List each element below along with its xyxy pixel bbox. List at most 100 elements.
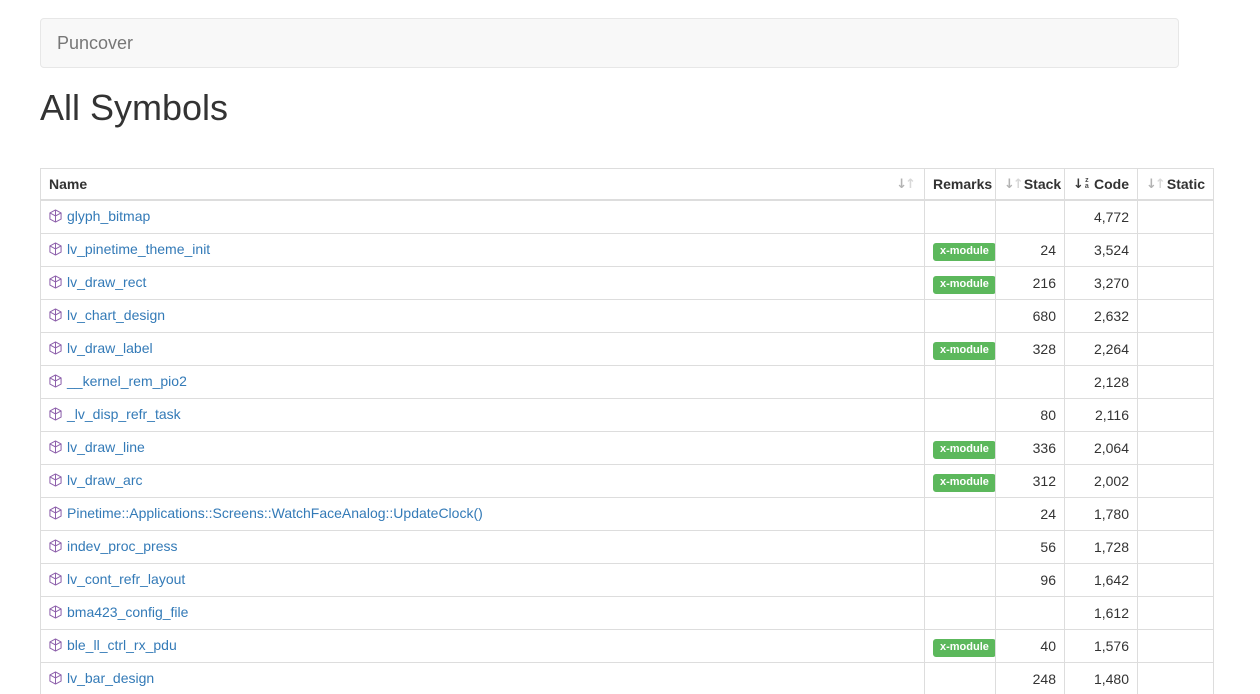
code-cell: 1,642 xyxy=(1065,564,1138,597)
static-cell xyxy=(1138,498,1214,531)
stack-cell xyxy=(996,200,1065,234)
column-label-name: Name xyxy=(49,174,87,194)
package-cube-icon xyxy=(49,439,62,459)
name-cell: lv_bar_design xyxy=(41,663,925,694)
code-cell: 1,728 xyxy=(1065,531,1138,564)
remarks-cell: x-module xyxy=(925,333,996,366)
remarks-cell: x-module xyxy=(925,630,996,663)
static-cell xyxy=(1138,333,1214,366)
stack-cell: 312 xyxy=(996,465,1065,498)
static-cell xyxy=(1138,465,1214,498)
stack-cell: 24 xyxy=(996,234,1065,267)
column-header-name[interactable]: Name ↓↑ xyxy=(41,169,925,201)
stack-cell: 328 xyxy=(996,333,1065,366)
symbol-link[interactable]: lv_pinetime_theme_init xyxy=(67,241,210,257)
code-cell: 2,264 xyxy=(1065,333,1138,366)
table-row: _lv_disp_refr_task 802,116 xyxy=(41,399,1214,432)
remarks-cell xyxy=(925,200,996,234)
symbol-link[interactable]: bma423_config_file xyxy=(67,604,188,620)
table-row: Pinetime::Applications::Screens::WatchFa… xyxy=(41,498,1214,531)
symbol-link[interactable]: glyph_bitmap xyxy=(67,208,150,224)
package-cube-icon xyxy=(49,274,62,294)
remarks-cell xyxy=(925,663,996,694)
symbol-link[interactable]: ble_ll_ctrl_rx_pdu xyxy=(67,637,177,653)
static-cell xyxy=(1138,531,1214,564)
symbol-link[interactable]: Pinetime::Applications::Screens::WatchFa… xyxy=(67,505,483,521)
navbar-brand-link[interactable]: Puncover xyxy=(41,19,149,67)
name-cell: lv_draw_line xyxy=(41,432,925,465)
remarks-cell xyxy=(925,564,996,597)
symbol-link[interactable]: indev_proc_press xyxy=(67,538,178,554)
remarks-cell xyxy=(925,366,996,399)
code-cell: 1,480 xyxy=(1065,663,1138,694)
column-label-static: Static xyxy=(1167,174,1205,194)
table-row: lv_draw_label x-module3282,264 xyxy=(41,333,1214,366)
symbol-link[interactable]: lv_draw_arc xyxy=(67,472,142,488)
static-cell xyxy=(1138,564,1214,597)
symbol-link[interactable]: lv_bar_design xyxy=(67,670,154,686)
table-row: lv_pinetime_theme_init x-module243,524 xyxy=(41,234,1214,267)
static-cell xyxy=(1138,366,1214,399)
static-cell xyxy=(1138,399,1214,432)
name-cell: lv_pinetime_theme_init xyxy=(41,234,925,267)
remarks-cell: x-module xyxy=(925,234,996,267)
remarks-cell xyxy=(925,300,996,333)
code-cell: 1,576 xyxy=(1065,630,1138,663)
package-cube-icon xyxy=(49,637,62,657)
symbol-link[interactable]: lv_cont_refr_layout xyxy=(67,571,185,587)
sort-unsorted-icon: ↓↑ xyxy=(896,178,916,191)
code-cell: 3,270 xyxy=(1065,267,1138,300)
sort-descending-icon: ↓za xyxy=(1073,178,1089,191)
x-module-badge: x-module xyxy=(933,639,996,657)
table-row: indev_proc_press561,728 xyxy=(41,531,1214,564)
x-module-badge: x-module xyxy=(933,441,996,459)
code-cell: 3,524 xyxy=(1065,234,1138,267)
symbol-link[interactable]: lv_draw_label xyxy=(67,340,153,356)
code-cell: 1,780 xyxy=(1065,498,1138,531)
static-cell xyxy=(1138,267,1214,300)
code-cell: 2,128 xyxy=(1065,366,1138,399)
table-row: lv_chart_design6802,632 xyxy=(41,300,1214,333)
package-cube-icon xyxy=(49,307,62,327)
static-cell xyxy=(1138,200,1214,234)
stack-cell: 24 xyxy=(996,498,1065,531)
package-cube-icon xyxy=(49,505,62,525)
symbol-link[interactable]: _lv_disp_refr_task xyxy=(67,406,181,422)
package-cube-icon xyxy=(49,571,62,591)
table-row: lv_draw_rectx-module2163,270 xyxy=(41,267,1214,300)
table-row: glyph_bitmap 4,772 xyxy=(41,200,1214,234)
table-row: ble_ll_ctrl_rx_pdux-module401,576 xyxy=(41,630,1214,663)
table-row: bma423_config_file 1,612 xyxy=(41,597,1214,630)
remarks-cell: x-module xyxy=(925,432,996,465)
remarks-cell xyxy=(925,498,996,531)
package-cube-icon xyxy=(49,241,62,261)
sort-unsorted-icon: ↓↑ xyxy=(1146,178,1166,191)
code-cell: 2,002 xyxy=(1065,465,1138,498)
symbol-link[interactable]: lv_draw_rect xyxy=(67,274,146,290)
column-header-code[interactable]: ↓za Code xyxy=(1065,169,1138,201)
remarks-cell xyxy=(925,597,996,630)
code-cell: 4,772 xyxy=(1065,200,1138,234)
stack-cell: 680 xyxy=(996,300,1065,333)
remarks-cell xyxy=(925,531,996,564)
table-row: __kernel_rem_pio2 2,128 xyxy=(41,366,1214,399)
table-row: lv_draw_arc x-module3122,002 xyxy=(41,465,1214,498)
code-cell: 1,612 xyxy=(1065,597,1138,630)
remarks-cell xyxy=(925,399,996,432)
code-cell: 2,116 xyxy=(1065,399,1138,432)
table-row: lv_draw_linex-module3362,064 xyxy=(41,432,1214,465)
remarks-cell: x-module xyxy=(925,465,996,498)
symbols-table-body: glyph_bitmap4,772lv_pinetime_theme_initx… xyxy=(41,200,1214,694)
name-cell: bma423_config_file xyxy=(41,597,925,630)
top-navbar: Puncover xyxy=(40,18,1179,68)
symbol-link[interactable]: __kernel_rem_pio2 xyxy=(67,373,187,389)
name-cell: Pinetime::Applications::Screens::WatchFa… xyxy=(41,498,925,531)
column-header-stack[interactable]: ↓↑ Stack xyxy=(996,169,1065,201)
static-cell xyxy=(1138,432,1214,465)
column-header-static[interactable]: ↓↑ Static xyxy=(1138,169,1214,201)
package-cube-icon xyxy=(49,340,62,360)
symbol-link[interactable]: lv_chart_design xyxy=(67,307,165,323)
stack-cell: 80 xyxy=(996,399,1065,432)
column-label-stack: Stack xyxy=(1024,174,1061,194)
symbol-link[interactable]: lv_draw_line xyxy=(67,439,145,455)
